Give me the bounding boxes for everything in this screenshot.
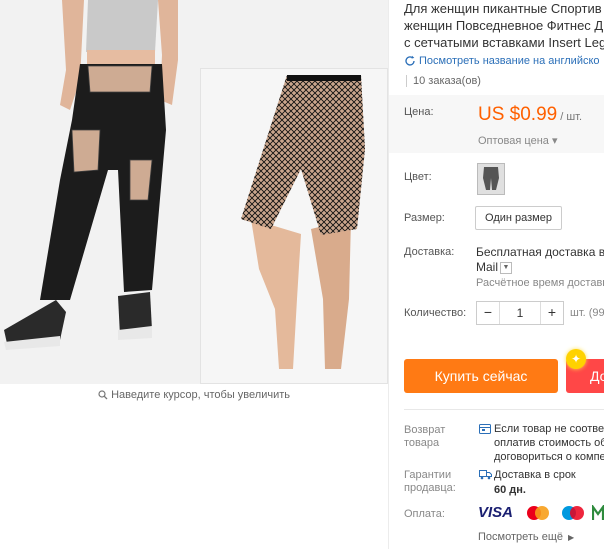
zoom-hint: Наведите курсор, чтобы увеличить — [0, 389, 388, 401]
coupon-star-icon: ✦ — [566, 349, 586, 369]
visa-logo: VISA — [478, 504, 514, 521]
caret-right-icon: ▶ — [568, 533, 575, 542]
column-divider — [388, 0, 389, 549]
magnifier-icon — [98, 390, 108, 400]
mastercard-icon — [527, 506, 549, 520]
quantity-available: шт. (99 — [570, 307, 604, 319]
return-text-line: Если товар не соответ — [494, 423, 604, 435]
color-swatch[interactable] — [477, 163, 505, 195]
chevron-down-icon[interactable]: ▼ — [500, 261, 513, 274]
price-unit: / шт. — [560, 111, 583, 123]
product-title: Для женщин пикантные Спортив женщин Повс… — [404, 0, 604, 51]
return-label: Возврат товара — [404, 424, 446, 449]
shipping-label: Доставка: — [404, 246, 455, 258]
price-value: US $0.99/ шт. — [478, 104, 582, 126]
quantity-input[interactable]: 1 — [499, 302, 541, 324]
refresh-icon — [405, 55, 415, 66]
translate-title-link[interactable]: Посмотреть название на английско — [404, 55, 600, 67]
size-label: Размер: — [404, 212, 445, 224]
delivery-guarantee-days: 60 дн. — [494, 484, 526, 496]
shipping-carrier-text: Mail — [476, 260, 499, 274]
product-thumbnail-image[interactable] — [200, 68, 388, 384]
translate-title-text: Посмотреть название на английско — [419, 55, 600, 67]
quantity-stepper: − 1 + — [476, 301, 564, 325]
shipping-carrier[interactable]: Mail ▼ — [476, 260, 513, 274]
orders-count: 10 заказа(ов) — [406, 75, 481, 87]
shipping-method[interactable]: Бесплатная доставка в R — [476, 245, 604, 259]
color-label: Цвет: — [404, 171, 432, 183]
payment-label: Оплата: — [404, 508, 445, 520]
payment-more-text: Посмотреть ещё — [478, 531, 563, 543]
quantity-label: Количество: — [404, 307, 467, 319]
return-text-line: договориться о компе — [494, 451, 604, 463]
product-title-line: с сетчатыми вставками Insert Leg — [404, 35, 604, 50]
model-photo-shorts — [201, 69, 387, 383]
quantity-increase-button[interactable]: + — [540, 302, 563, 324]
more-payment-logo-icon — [592, 505, 604, 520]
price-label: Цена: — [404, 106, 434, 118]
maestro-icon — [562, 506, 584, 520]
price-amount: US $0.99 — [478, 104, 558, 125]
product-title-line: женщин Повседневное Фитнес Д — [404, 18, 604, 33]
wholesale-price-dropdown[interactable]: Оптовая цена ▾ — [478, 134, 557, 147]
buy-now-button[interactable]: Купить сейчас — [404, 359, 558, 393]
product-title-line: Для женщин пикантные Спортив — [404, 1, 602, 16]
seller-guarantee-label: Гарантии продавца: — [404, 469, 456, 494]
return-box-icon — [479, 424, 491, 434]
delivery-guarantee-line: Доставка в срок — [494, 469, 576, 481]
section-divider — [404, 409, 604, 410]
return-text-line: оплатив стоимость об — [494, 437, 604, 449]
shipping-estimate: Расчётное время доставки — [476, 277, 604, 289]
delivery-truck-icon — [479, 470, 492, 480]
zoom-hint-text: Наведите курсор, чтобы увеличить — [111, 389, 290, 401]
size-option-button[interactable]: Один размер — [475, 206, 562, 230]
quantity-decrease-button[interactable]: − — [477, 302, 500, 324]
payment-more-link[interactable]: Посмотреть ещё ▶ — [478, 531, 574, 543]
color-swatch-image — [478, 164, 504, 194]
